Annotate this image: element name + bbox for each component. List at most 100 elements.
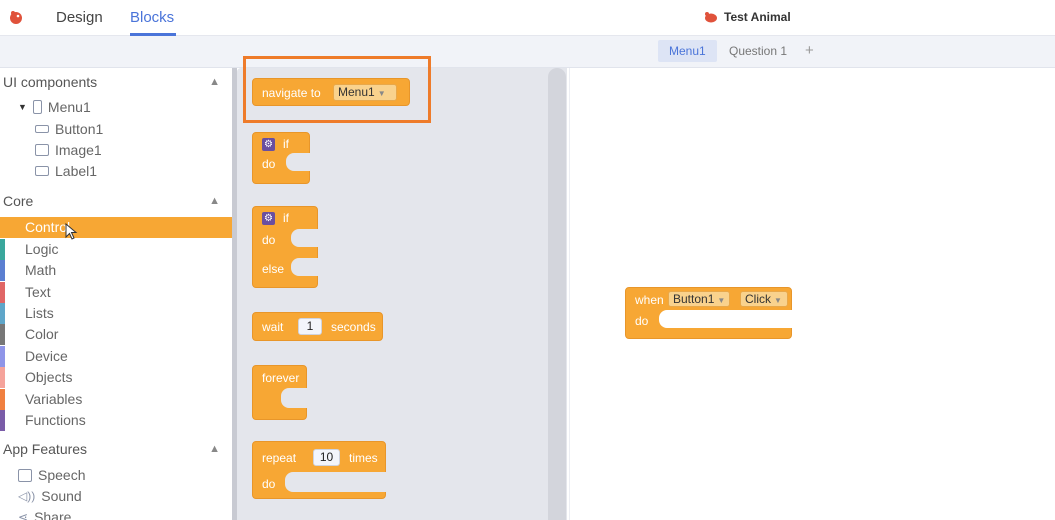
category-color-bar [0,324,5,345]
category-label: Color [25,326,59,342]
chevron-up-icon[interactable]: ▲ [209,189,220,213]
if-else-block[interactable]: ⚙ if do else [252,206,319,288]
category-variables[interactable]: Variables [0,389,232,410]
statement-slot [659,310,793,328]
statement-slot [281,388,308,408]
block-label-suffix: seconds [331,320,376,334]
block-label-when: when [635,293,664,307]
statement-slot [285,472,387,492]
wait-block[interactable]: wait 1 seconds [252,312,383,341]
category-color-bar [0,239,5,260]
category-color-bar [0,389,5,410]
category-label: Variables [25,391,83,407]
add-screen-button[interactable]: + [805,40,814,62]
category-label: Device [25,348,68,364]
label-component-icon [35,166,49,176]
image-component-icon [35,144,49,156]
dropdown-value: Button1 [673,292,715,306]
block-label-do: do [635,314,649,328]
repeat-count-input[interactable]: 10 [313,449,340,466]
screen-tab-question1[interactable]: Question 1 [718,40,798,62]
gear-icon[interactable]: ⚙ [262,138,275,151]
block-label-do: do [262,477,276,491]
statement-slot [291,229,319,247]
feature-sound[interactable]: ◁)) Sound [18,488,82,504]
feature-label: Share [34,509,72,520]
ui-components-header[interactable]: UI components ▲ [0,70,232,94]
feature-label: Sound [41,488,82,504]
repeat-block[interactable]: repeat 10 times do [252,441,387,499]
block-label-if: if [283,137,289,151]
tree-label-screen: Menu1 [47,99,91,115]
seconds-input[interactable]: 1 [298,318,322,335]
category-objects[interactable]: Objects [0,367,232,388]
category-math[interactable]: Math [0,260,232,281]
tree-label-image1: Image1 [55,142,102,158]
block-label-suffix: times [349,451,378,465]
when-button-click-block[interactable]: when Button1 ▼ Click ▼ do [625,287,793,339]
category-color-bar [0,346,5,367]
tree-item-button1[interactable]: Button1 [35,121,103,137]
share-icon: ⋖ [18,510,29,520]
block-label-do: do [262,233,276,247]
event-dropdown[interactable]: Click ▼ [740,291,788,307]
category-lists[interactable]: Lists [0,303,232,324]
core-header[interactable]: Core ▲ [0,189,232,213]
block-label-else: else [262,262,285,276]
chevron-up-icon[interactable]: ▲ [209,437,220,461]
statement-slot [286,153,311,171]
category-control[interactable]: Control [0,217,232,240]
category-color-bar [0,217,5,238]
speech-icon [18,468,32,482]
flyout-scrollbar[interactable] [548,68,566,520]
category-color-bar [0,410,5,431]
project-title: Test Animal [704,10,791,24]
if-block[interactable]: ⚙ if do [252,132,311,184]
project-name: Test Animal [724,10,791,24]
dropdown-arrow-icon: ▼ [774,296,782,305]
screen-tabs-bar: Menu1 Question 1 + [0,36,1055,68]
category-label: Control [25,219,71,235]
ui-components-title: UI components [3,74,98,90]
category-color-bar [0,303,5,324]
category-functions[interactable]: Functions [0,410,232,431]
category-text[interactable]: Text [0,282,232,303]
app-features-title: App Features [3,441,88,457]
tab-design[interactable]: Design [56,9,103,26]
app-features-header[interactable]: App Features ▲ [0,437,232,461]
category-label: Objects [25,369,73,385]
tab-blocks[interactable]: Blocks [130,9,174,26]
dropdown-value: Click [745,292,771,306]
component-dropdown[interactable]: Button1 ▼ [668,291,730,307]
tree-item-label1[interactable]: Label1 [35,163,97,179]
block-label: forever [262,371,300,385]
category-label: Lists [25,305,54,321]
feature-speech[interactable]: Speech [18,467,85,483]
caret-down-icon[interactable]: ▼ [18,102,27,112]
category-label: Text [25,284,51,300]
speaker-icon: ◁)) [18,489,36,503]
block-label: repeat [262,451,297,465]
feature-share[interactable]: ⋖ Share [18,509,71,520]
forever-block[interactable]: forever [252,365,308,420]
project-animal-icon [705,12,717,23]
category-color-bar [0,282,5,303]
tree-item-image1[interactable]: Image1 [35,142,102,158]
category-color[interactable]: Color [0,324,232,345]
tree-item-screen[interactable]: ▼ Menu1 [18,99,91,115]
feature-label: Speech [38,467,86,483]
category-logic[interactable]: Logic [0,239,232,260]
category-label: Functions [25,412,86,428]
app-logo-icon [10,11,22,24]
category-color-bar [0,260,5,281]
button-component-icon [35,125,49,133]
top-bar: Design Blocks Test Animal [0,0,1055,36]
category-device[interactable]: Device [0,346,232,367]
tree-label-button1: Button1 [55,121,104,137]
category-label: Logic [25,241,59,257]
chevron-up-icon[interactable]: ▲ [209,70,220,94]
dropdown-arrow-icon: ▼ [717,296,726,305]
gear-icon[interactable]: ⚙ [262,212,275,225]
screen-tab-menu1[interactable]: Menu1 [658,40,717,62]
block-label-do: do [262,157,276,171]
